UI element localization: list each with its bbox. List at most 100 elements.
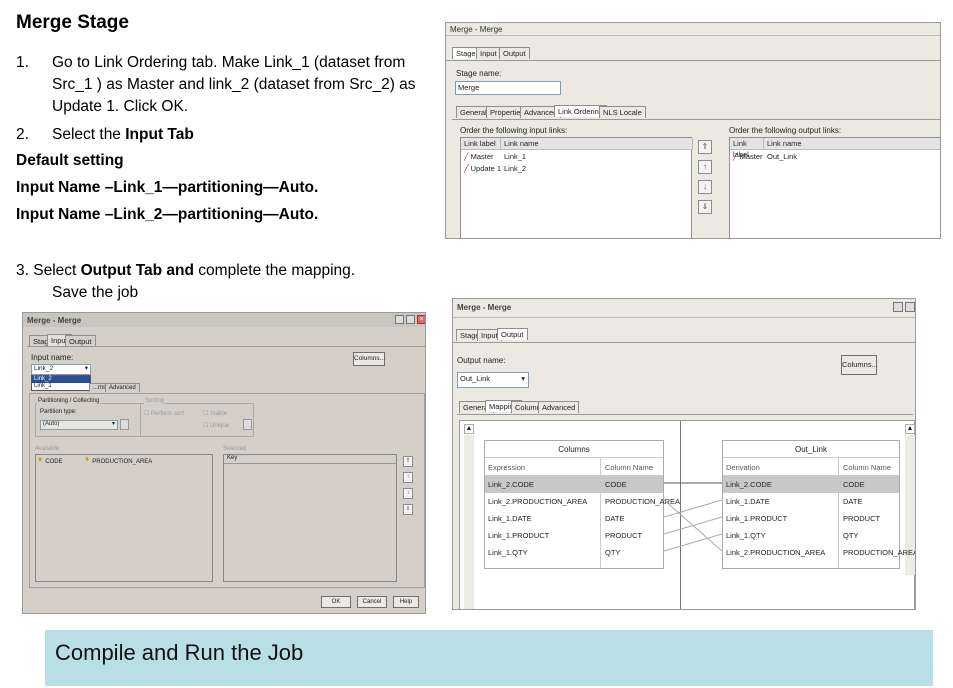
col-link-name: Link name [764,138,940,150]
partition-type-label: Partition type: [40,409,77,415]
close-icon[interactable]: × [417,315,425,324]
dropdown-list[interactable]: Link_2 Link_1 [31,375,91,391]
table-cell[interactable]: PRODUCT [840,512,880,525]
mapping-canvas: ▲ ▲ Columns Expression Column Name Link_… [459,420,915,609]
table-row[interactable]: Link_1.DATE [485,512,532,525]
chevron-down-icon: ▾ [84,365,88,372]
move-down-icon[interactable]: ↓ [698,180,712,194]
key-icon: ▘ [86,459,91,465]
available-list[interactable]: ▘ CODE ▘ PRODUCTION_AREA [35,454,213,582]
col-header-expression: Expression [488,463,526,472]
minimize-icon[interactable] [395,315,404,324]
col-header-column-name: Column Name [843,463,891,472]
stable-checkbox[interactable]: ☐ Stable [203,410,227,417]
unique-checkbox[interactable]: ☐ Unique [203,422,229,429]
table-row[interactable]: Link_1.PRODUCT [485,529,549,542]
table-row[interactable]: Link_2.PRODUCTION_AREA [723,546,825,559]
dropdown-option[interactable]: Link_2 [32,376,90,383]
input-links-label: Order the following input links: [460,126,568,135]
table-cell[interactable]: PRODUCT [602,529,642,542]
link-ordering-window: Merge - Merge Stage Input Output Stage n… [445,22,941,239]
compile-run-banner: Compile and Run the Job [45,630,933,686]
output-links-list[interactable]: Link label Link name ╱ Master Out_Link [729,137,940,238]
move-top-icon[interactable]: ⇑ [403,456,413,467]
move-down-icon[interactable]: ↓ [403,488,413,499]
default-setting: Default setting [16,152,124,169]
list-item[interactable]: ╱ Master [730,150,763,163]
input-name-select[interactable]: Link_2 ▾ [31,364,91,375]
tab-output[interactable]: Output [497,328,528,340]
table-cell[interactable]: DATE [602,512,624,525]
table-cell[interactable]: CODE [840,478,865,491]
table-row[interactable]: Link_1.PRODUCT [723,512,787,525]
subtab-nls-locale[interactable]: NLS Locale [599,106,646,118]
banner-text: Compile and Run the Job [55,640,304,665]
table-row[interactable]: Link_1.QTY [485,546,528,559]
columns-button[interactable]: Columns... [353,352,385,366]
table-row[interactable]: Link_1.QTY [723,529,766,542]
selected-header: Key [224,455,396,464]
list-item[interactable]: ▘ CODE [39,458,63,465]
scroll-up-icon[interactable]: ▲ [905,424,915,434]
ok-button[interactable]: OK [321,596,351,608]
properties-icon[interactable] [120,419,129,430]
list-item[interactable]: ▘ PRODUCTION_AREA [86,458,152,465]
maximize-icon[interactable] [905,302,915,312]
move-bottom-icon[interactable]: ⇓ [403,504,413,515]
link-icon: ╱ [464,152,469,161]
tab-input[interactable]: Input [476,47,501,59]
table-cell[interactable]: QTY [602,546,620,559]
step-2-bold: Input Tab [125,126,194,143]
table-cell[interactable]: QTY [840,529,858,542]
step-3-post: complete the mapping. [193,262,356,279]
move-bottom-icon[interactable]: ⇓ [698,200,712,214]
window-title: Merge - Merge [450,25,503,34]
partition-type-select[interactable]: (Auto) ▾ [40,420,118,430]
help-button[interactable]: Help [393,596,419,608]
minimize-icon[interactable] [893,302,903,312]
step-1: 1. Go to Link Ordering tab. Make Link_1 … [16,52,426,118]
perform-sort-checkbox[interactable]: ☐ Perform sort [144,410,184,417]
table-row[interactable]: Link_2.CODE [485,478,534,491]
table-row[interactable]: Link_1.DATE [723,495,770,508]
output-name-select[interactable]: Out_Link ▾ [457,372,529,388]
step-2: 2. Select the Input Tab [16,124,426,146]
columns-button[interactable]: Columns... [841,355,878,375]
subtab-advanced[interactable]: Advanced [538,401,580,413]
list-item[interactable]: ╱ Update 1 [461,162,501,175]
cancel-button[interactable]: Cancel [357,596,387,608]
properties-icon[interactable] [243,419,252,430]
out-link-table-title: Out_Link [723,441,899,458]
stage-name-input[interactable]: Merge [455,81,561,95]
window-title: Merge - Merge [457,303,512,312]
col-link-label: Link label [730,138,764,159]
table-cell[interactable]: CODE [602,478,627,491]
dropdown-option[interactable]: Link_1 [32,383,90,390]
input-name-label: Input name: [31,353,74,362]
left-scrollbar[interactable] [464,435,474,609]
tab-output[interactable]: Output [499,47,530,59]
scroll-up-icon[interactable]: ▲ [464,424,474,434]
selected-list[interactable]: Key [223,454,397,582]
out-link-table: Out_Link Derivation Column Name Link_2.C… [722,440,915,569]
move-up-icon[interactable]: ↑ [698,160,712,174]
link-icon: ╱ [733,152,738,161]
step-1-text: Go to Link Ordering tab. Make Link_1 (da… [52,54,416,115]
subtab-advanced[interactable]: Advanced [105,383,140,392]
output-mapping-window: Merge - Merge Stage Input Output Output … [452,298,916,610]
table-cell[interactable]: DATE [840,495,862,508]
col-link-label: Link label [461,138,501,150]
available-label: Available [35,446,60,452]
table-cell[interactable]: PRODUCTION_AREA [840,546,915,559]
table-row[interactable]: Link_2.PRODUCTION_AREA [485,495,587,508]
input-links-list[interactable]: Link label Link name ╱ Master Link_1 ╱ U… [460,137,693,238]
output-links-label: Order the following output links: [729,126,842,135]
list-item-name: Out_Link [767,152,798,161]
input-line-2: Input Name –Link_2—partitioning—Auto. [16,206,319,223]
sorting-group [140,403,254,437]
maximize-icon[interactable] [406,315,415,324]
table-row[interactable]: Link_2.CODE [723,478,772,491]
step-3-bold: Output Tab and [80,262,194,279]
move-up-icon[interactable]: ↑ [403,472,413,483]
move-top-icon[interactable]: ⇑ [698,140,712,154]
